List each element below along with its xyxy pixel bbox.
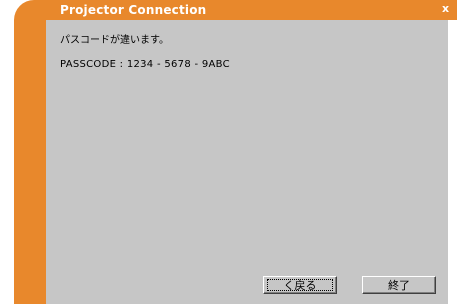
back-button-label: く戻る	[267, 279, 333, 292]
dialog-content: パスコードが違います。 PASSCODE : 1234 - 5678 - 9AB…	[46, 20, 448, 304]
projector-connection-window: Projector Connection x パスコードが違います。 PASSC…	[0, 0, 457, 304]
error-message: パスコードが違います。	[60, 35, 169, 46]
window-right-edge	[448, 20, 457, 304]
back-button[interactable]: く戻る	[263, 276, 337, 294]
close-icon[interactable]: x	[440, 3, 451, 15]
passcode-text: PASSCODE : 1234 - 5678 - 9ABC	[60, 59, 230, 70]
window-title: Projector Connection	[60, 3, 207, 17]
exit-button[interactable]: 終了	[362, 276, 436, 294]
orange-sidebar	[14, 20, 46, 304]
title-bar[interactable]: Projector Connection x	[14, 0, 457, 20]
